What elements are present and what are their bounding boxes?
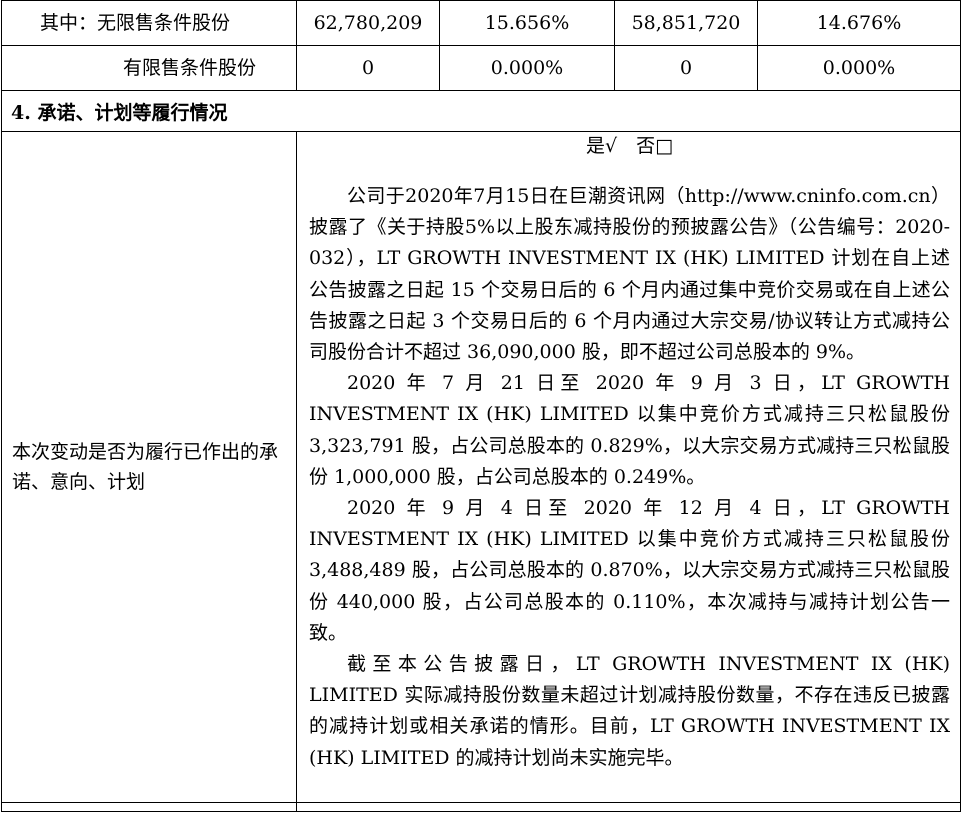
section-title: 4. 承诺、计划等履行情况	[1, 90, 961, 132]
row-label: 其中：无限售条件股份	[1, 0, 297, 46]
paragraph: 公司于2020年7月15日在巨潮资讯网（http://www.cninfo.co…	[309, 185, 950, 364]
table-row	[1, 802, 961, 812]
table-row: 有限售条件股份 0 0.000% 0 0.000%	[1, 45, 961, 91]
commitment-label: 本次变动是否为履行已作出的承诺、意向、计划	[1, 131, 297, 803]
section-row: 4. 承诺、计划等履行情况	[1, 90, 961, 132]
empty-cell	[296, 802, 961, 812]
commitment-row: 本次变动是否为履行已作出的承诺、意向、计划 是√ 否□ 公司于2020年7月15…	[1, 131, 961, 803]
commitment-content: 是√ 否□ 公司于2020年7月15日在巨潮资讯网（http://www.cni…	[296, 131, 961, 803]
cell-value: 0	[296, 45, 440, 91]
paragraph: 2020 年 7 月 21 日至 2020 年 9 月 3 日，LT GROWT…	[309, 372, 950, 488]
paragraph: 2020 年 9 月 4 日至 2020 年 12 月 4 日，LT GROWT…	[309, 497, 950, 644]
table-row: 其中：无限售条件股份 62,780,209 15.656% 58,851,720…	[1, 0, 961, 46]
cell-value: 0.000%	[439, 45, 615, 91]
cell-value: 62,780,209	[296, 0, 440, 46]
row-label: 有限售条件股份	[1, 45, 297, 91]
cell-value: 58,851,720	[614, 0, 758, 46]
yes-no-choice: 是√ 否□	[585, 135, 674, 157]
cell-value: 14.676%	[757, 0, 961, 46]
cell-value: 0	[614, 45, 758, 91]
empty-cell	[1, 802, 297, 812]
paragraph: 截至本公告披露日，LT GROWTH INVESTMENT IX (HK) LI…	[309, 653, 950, 769]
shareholding-table: 其中：无限售条件股份 62,780,209 15.656% 58,851,720…	[1, 0, 961, 812]
cell-value: 0.000%	[757, 45, 961, 91]
cell-value: 15.656%	[439, 0, 615, 46]
